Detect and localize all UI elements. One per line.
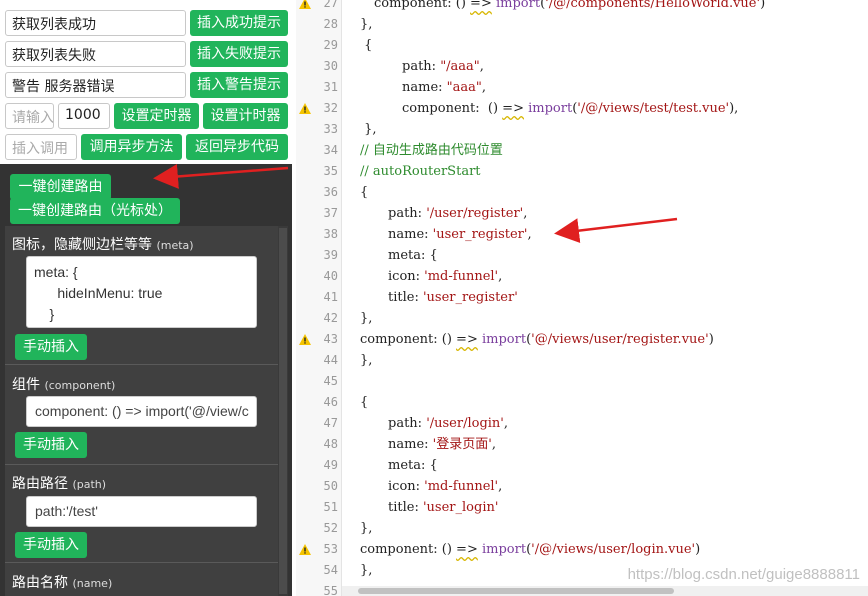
code-editor[interactable]: 27 28 29 30 31 32 33 34 35 36 37 38 39 40 41 42 43 44 45 46… [296, 0, 868, 596]
divider [5, 464, 278, 465]
component-section-title: 组件 (component) [12, 377, 116, 393]
divider [5, 364, 278, 365]
line-number: 45 [323, 374, 338, 388]
line-number: 46 [323, 395, 338, 409]
code-line-38[interactable]: name: 'user_register', [388, 224, 532, 245]
code-line-41[interactable]: title: 'user_register' [388, 287, 518, 308]
line-number: 29 [323, 38, 338, 52]
line-number: 55 [323, 584, 338, 596]
code-line-29[interactable]: { [360, 35, 372, 56]
divider [5, 562, 278, 563]
timer-ms-input[interactable]: 1000 [58, 103, 110, 129]
code-line-40[interactable]: icon: 'md-funnel', [388, 266, 502, 287]
meta-textarea[interactable]: meta: { hideInMenu: true } [26, 256, 257, 328]
line-number: 50 [323, 479, 338, 493]
line-number: 28 [323, 17, 338, 31]
code-line-39[interactable]: meta: { [388, 245, 438, 266]
code-line-54[interactable]: }, [360, 560, 372, 581]
code-line-32[interactable]: component: () => import('/@/views/test/t… [402, 98, 738, 119]
warning-icon[interactable] [299, 544, 311, 555]
code-line-31[interactable]: name: "aaa", [402, 77, 486, 98]
code-line-35[interactable]: // autoRouterStart [360, 161, 481, 182]
code-line-44[interactable]: }, [360, 350, 372, 371]
timer-name-input[interactable]: 请输入 [5, 103, 54, 129]
code-line-46[interactable]: { [360, 392, 368, 413]
code-line-27[interactable]: component: () => import('/@/components/H… [374, 0, 765, 14]
code-line-52[interactable]: }, [360, 518, 372, 539]
line-number: 39 [323, 248, 338, 262]
code-line-42[interactable]: }, [360, 308, 372, 329]
code-line-34[interactable]: // 自动生成路由代码位置 [360, 140, 503, 161]
code-line-37[interactable]: path: '/user/register', [388, 203, 527, 224]
line-number: 44 [323, 353, 338, 367]
snippet-panel: 获取列表成功 插入成功提示 获取列表失败 插入失败提示 警告 服务器错误 插入警… [0, 0, 296, 596]
insert-success-button[interactable]: 插入成功提示 [190, 10, 288, 36]
warning-icon[interactable] [299, 0, 311, 9]
code-line-28[interactable]: }, [360, 14, 372, 35]
code-line-51[interactable]: title: 'user_login' [388, 497, 498, 518]
name-section-title: 路由名称 (name) [12, 575, 113, 591]
code-line-33[interactable]: }, [360, 119, 376, 140]
line-number-gutter: 27 28 29 30 31 32 33 34 35 36 37 38 39 40 41 42 43 44 45 46… [296, 0, 342, 596]
line-number: 35 [323, 164, 338, 178]
path-section-title: 路由路径 (path) [12, 476, 107, 492]
line-number: 49 [323, 458, 338, 472]
code-line-36[interactable]: { [360, 182, 368, 203]
warning-message-input[interactable]: 警告 服务器错误 [5, 72, 186, 98]
line-number: 54 [323, 563, 338, 577]
line-number: 48 [323, 437, 338, 451]
watermark: https://blog.csdn.net/guige8888811 [627, 566, 860, 583]
code-line-49[interactable]: meta: { [388, 455, 438, 476]
code-line-48[interactable]: name: '登录页面', [388, 434, 496, 455]
line-number: 47 [323, 416, 338, 430]
insert-warning-button[interactable]: 插入警告提示 [190, 72, 288, 98]
success-message-input[interactable]: 获取列表成功 [5, 10, 186, 36]
warning-icon[interactable] [299, 334, 311, 345]
call-async-button[interactable]: 调用异步方法 [81, 134, 182, 160]
code-line-30[interactable]: path: "/aaa", [402, 56, 484, 77]
route-builder-panel: 一键创建路由 一键创建路由（光标处） 图标，隐藏侧边栏等等 (meta) met… [0, 164, 292, 596]
fail-message-input[interactable]: 获取列表失败 [5, 41, 186, 67]
line-number: 41 [323, 290, 338, 304]
create-route-button[interactable]: 一键创建路由 [10, 174, 111, 200]
return-async-button[interactable]: 返回异步代码 [186, 134, 288, 160]
code-line-43[interactable]: component: () => import('@/views/user/re… [360, 329, 714, 350]
line-number: 51 [323, 500, 338, 514]
line-number: 34 [323, 143, 338, 157]
create-route-at-cursor-button[interactable]: 一键创建路由（光标处） [10, 198, 180, 224]
code-line-47[interactable]: path: '/user/login', [388, 413, 508, 434]
line-number: 30 [323, 59, 338, 73]
route-fields-list: 图标，隐藏侧边栏等等 (meta) meta: { hideInMenu: tr… [5, 226, 278, 596]
insert-fail-button[interactable]: 插入失败提示 [190, 41, 288, 67]
path-insert-button[interactable]: 手动插入 [15, 532, 87, 558]
line-number: 33 [323, 122, 338, 136]
async-call-input[interactable]: 插入调用 [5, 134, 77, 160]
line-number: 42 [323, 311, 338, 325]
path-input[interactable]: path:'/test' [26, 496, 257, 527]
line-number: 52 [323, 521, 338, 535]
code-line-50[interactable]: icon: 'md-funnel', [388, 476, 502, 497]
line-number: 37 [323, 206, 338, 220]
code-line-53[interactable]: component: () => import('/@/views/user/l… [360, 539, 700, 560]
meta-section-title: 图标，隐藏侧边栏等等 (meta) [12, 237, 194, 253]
set-interval-button[interactable]: 设置计时器 [203, 103, 288, 129]
horizontal-scrollbar-thumb[interactable] [358, 588, 674, 594]
component-input[interactable]: component: () => import('@/view/c [26, 396, 257, 427]
line-number: 31 [323, 80, 338, 94]
line-number: 38 [323, 227, 338, 241]
line-number: 36 [323, 185, 338, 199]
component-insert-button[interactable]: 手动插入 [15, 432, 87, 458]
meta-insert-button[interactable]: 手动插入 [15, 334, 87, 360]
route-panel-scrollbar-thumb[interactable] [279, 228, 287, 594]
set-timeout-button[interactable]: 设置定时器 [114, 103, 199, 129]
line-number: 40 [323, 269, 338, 283]
warning-icon[interactable] [299, 103, 311, 114]
